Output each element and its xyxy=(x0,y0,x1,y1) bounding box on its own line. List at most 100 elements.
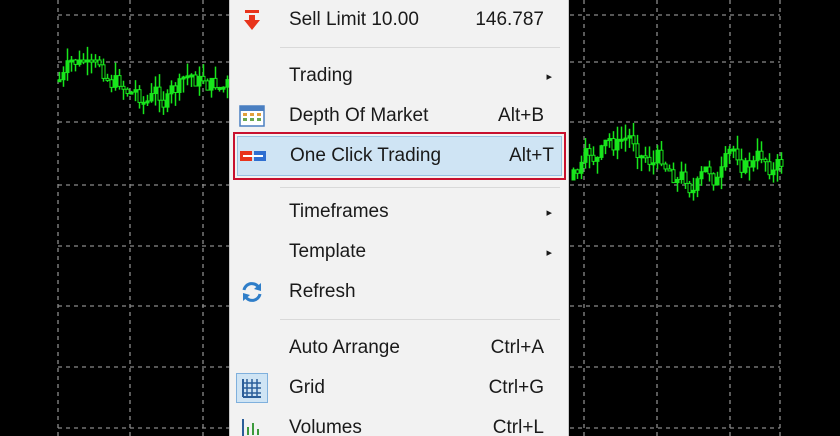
menu-separator xyxy=(280,47,560,48)
candle-body xyxy=(755,150,760,162)
candle-body xyxy=(719,166,724,178)
candle-body xyxy=(775,159,780,171)
candle-body xyxy=(623,137,628,141)
menu-item-trading[interactable]: Trading ▸ xyxy=(230,58,568,94)
candle-body xyxy=(695,178,700,191)
menu-item-depth-of-market[interactable]: Depth Of Market Alt+B xyxy=(230,98,568,134)
candle-body xyxy=(779,159,784,167)
candle-body xyxy=(213,77,218,89)
menu-item-label: Timeframes xyxy=(289,201,389,222)
menu-item-value: 146.787 xyxy=(475,9,544,30)
candle-body xyxy=(161,99,166,108)
candle-body xyxy=(667,168,672,172)
menu-item-auto-arrange[interactable]: Auto Arrange Ctrl+A xyxy=(230,330,568,366)
candle-body xyxy=(619,138,624,142)
candle-body xyxy=(731,148,736,152)
menu-item-label: Volumes xyxy=(289,417,362,436)
candle-body xyxy=(149,93,154,102)
candle-body xyxy=(579,161,584,174)
menu-item-volumes[interactable]: Volumes Ctrl+L xyxy=(230,410,568,436)
candle-body xyxy=(185,75,190,79)
candle-body xyxy=(727,148,732,155)
sell-arrow-icon xyxy=(236,5,268,35)
candle-body xyxy=(173,85,178,93)
candle-body xyxy=(141,101,146,105)
candle-body xyxy=(635,143,640,158)
candle-body xyxy=(105,77,110,81)
candle-body xyxy=(735,148,740,161)
candle-body xyxy=(129,91,134,95)
candle-body xyxy=(201,75,206,82)
menu-item-timeframes[interactable]: Timeframes ▸ xyxy=(230,194,568,230)
candle-body xyxy=(117,75,122,87)
candle-body xyxy=(85,59,90,63)
candle-body xyxy=(193,74,198,87)
candle-body xyxy=(699,171,704,180)
candle-body xyxy=(137,89,142,103)
candle-body xyxy=(631,135,636,145)
candle-body xyxy=(81,59,86,63)
context-menu: Sell Limit 10.00 146.787 Trading ▸ Depth… xyxy=(229,0,569,436)
candle-body xyxy=(157,86,162,101)
candle-body xyxy=(587,148,592,156)
candle-body xyxy=(703,166,708,173)
candle-body xyxy=(743,160,748,173)
candle-body xyxy=(675,178,680,184)
candle-body xyxy=(109,79,114,88)
menu-item-shortcut: Ctrl+L xyxy=(492,417,544,436)
menu-item-shortcut: Ctrl+A xyxy=(490,337,544,358)
candle-body xyxy=(57,79,62,83)
candle-body xyxy=(69,59,74,63)
highlight-annotation: One Click Trading Alt+T xyxy=(233,132,566,180)
candle-body xyxy=(153,86,158,95)
candle-body xyxy=(133,89,138,93)
candle-body xyxy=(61,72,66,81)
candle-body xyxy=(715,176,720,186)
menu-item-sell-limit[interactable]: Sell Limit 10.00 146.787 xyxy=(230,2,568,38)
candle-body xyxy=(711,173,716,186)
candle-body xyxy=(643,155,648,159)
menu-item-grid[interactable]: Grid Ctrl+G xyxy=(230,370,568,406)
candle-body xyxy=(687,182,692,194)
candle-body xyxy=(113,75,118,88)
candle-body xyxy=(101,64,106,79)
candle-body xyxy=(611,138,616,151)
candle-body xyxy=(575,169,580,174)
candle-body xyxy=(739,159,744,173)
candle-body xyxy=(671,169,676,184)
menu-item-label: Sell Limit 10.00 xyxy=(289,9,419,30)
volumes-icon xyxy=(236,413,268,436)
candle-body xyxy=(97,59,102,66)
candle-body xyxy=(615,138,620,151)
menu-item-label: Template xyxy=(289,241,367,262)
candle-body xyxy=(603,139,608,147)
candle-body xyxy=(655,149,660,164)
menu-item-refresh[interactable]: Refresh xyxy=(230,274,568,310)
candle-body xyxy=(205,80,210,91)
candle-body xyxy=(691,189,696,194)
candle-body xyxy=(663,163,668,170)
candle-body xyxy=(89,59,94,63)
candle-body xyxy=(197,75,202,87)
candle-body xyxy=(77,59,82,65)
candle-body xyxy=(125,88,130,95)
candle-body xyxy=(607,138,612,142)
candle-body xyxy=(591,154,596,162)
candle-body xyxy=(763,158,768,163)
menu-item-one-click-trading[interactable]: One Click Trading Alt+T xyxy=(231,138,569,174)
candle-body xyxy=(647,156,652,165)
candle-body xyxy=(723,153,728,168)
candle-body xyxy=(181,76,186,80)
menu-item-shortcut: Alt+T xyxy=(509,145,554,166)
candle-body xyxy=(583,148,588,163)
candle-body xyxy=(683,171,688,184)
candle-body xyxy=(707,166,712,175)
menu-item-label: Depth Of Market xyxy=(289,105,429,126)
menu-item-template[interactable]: Template ▸ xyxy=(230,234,568,270)
candle-body xyxy=(217,86,222,90)
refresh-icon xyxy=(236,277,268,307)
submenu-arrow-icon: ▸ xyxy=(546,70,552,83)
menu-item-label: Refresh xyxy=(289,281,356,302)
candle-body xyxy=(209,77,214,91)
candle-body xyxy=(771,169,776,176)
